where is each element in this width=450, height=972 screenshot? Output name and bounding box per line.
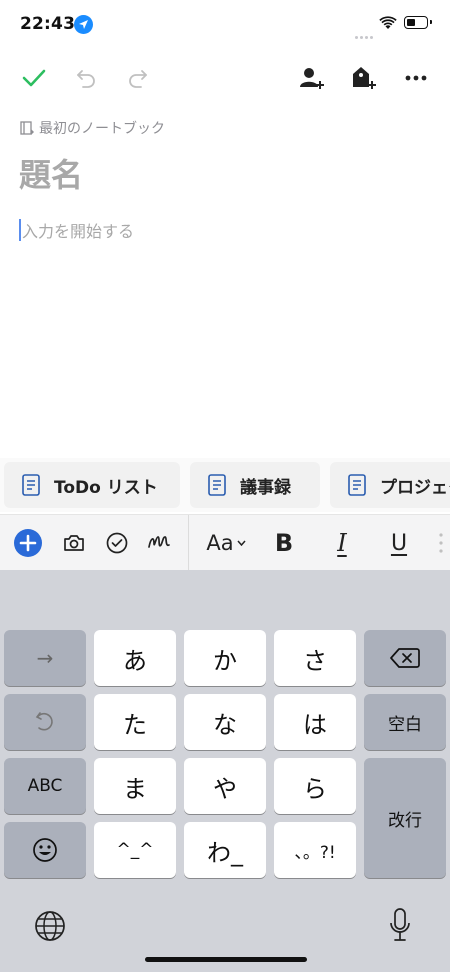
globe-icon[interactable]	[30, 906, 70, 946]
note-title-input[interactable]: 題名	[19, 150, 83, 196]
template-icon	[208, 474, 226, 496]
key-ya[interactable]: や	[184, 758, 266, 814]
note-body-editor[interactable]: 入力を開始する	[19, 218, 134, 242]
key-ha[interactable]: は	[274, 694, 356, 750]
backspace-icon	[390, 648, 420, 668]
home-indicator[interactable]	[145, 957, 307, 962]
key-wa[interactable]: わ_	[184, 822, 266, 878]
font-menu-button[interactable]: Aa	[204, 527, 248, 559]
italic-button[interactable]: I	[326, 527, 358, 559]
key-cursor-right[interactable]: →	[4, 630, 86, 686]
underline-button[interactable]: U	[383, 527, 415, 559]
key-ra[interactable]: ら	[274, 758, 356, 814]
return-key[interactable]: 改行	[364, 758, 446, 878]
text-caret	[19, 219, 21, 241]
template-icon	[22, 474, 40, 496]
add-tag-icon[interactable]	[348, 62, 380, 94]
space-key[interactable]: 空白	[364, 694, 446, 750]
format-toolbar: Aa B I U	[0, 514, 450, 571]
handwriting-icon[interactable]	[144, 527, 176, 559]
key-emoticon[interactable]: ^_^	[94, 822, 176, 878]
template-label: ToDo リスト	[54, 477, 158, 498]
drag-handle-icon[interactable]	[432, 527, 450, 559]
undo-icon[interactable]	[70, 62, 102, 94]
check-icon[interactable]	[18, 62, 50, 94]
emoji-icon	[33, 838, 57, 862]
key-na[interactable]: な	[184, 694, 266, 750]
notebook-icon	[20, 121, 34, 135]
template-label: プロジェクト	[380, 477, 450, 498]
font-menu-label: Aa	[206, 531, 234, 555]
note-body-placeholder: 入力を開始する	[22, 222, 135, 241]
microphone-icon[interactable]	[380, 904, 420, 946]
note-toolbar	[0, 58, 450, 98]
key-ta[interactable]: た	[94, 694, 176, 750]
key-punctuation[interactable]: 、。?!	[274, 822, 356, 878]
template-label: 議事録	[240, 477, 291, 498]
redo-icon[interactable]	[122, 62, 154, 94]
add-icon[interactable]	[12, 527, 44, 559]
location-icon	[74, 15, 93, 34]
undo-icon	[35, 712, 53, 731]
notebook-name: 最初のノートブック	[39, 121, 165, 137]
key-abc[interactable]: ABC	[4, 758, 86, 814]
add-person-icon[interactable]	[296, 62, 328, 94]
japanese-kana-keyboard: → あ か さ た な は 空白 ABC ま や ら 改行 ^_^ わ_ 、。?…	[0, 570, 450, 972]
status-bar: 22:43	[0, 0, 450, 50]
cellular-signal-icon	[355, 24, 375, 43]
chevron-down-icon	[237, 540, 246, 546]
template-project[interactable]: プロジェクト	[330, 462, 450, 508]
template-bar: ToDo リスト 議事録 プロジェクト	[0, 458, 450, 512]
key-undo[interactable]	[4, 694, 86, 750]
format-divider	[188, 515, 189, 571]
key-a[interactable]: あ	[94, 630, 176, 686]
backspace-key[interactable]	[364, 630, 446, 686]
notebook-selector[interactable]: 最初のノートブック	[19, 118, 165, 138]
key-emoji[interactable]	[4, 822, 86, 878]
checkbox-icon[interactable]	[101, 527, 133, 559]
bold-button[interactable]: B	[268, 527, 300, 559]
key-sa[interactable]: さ	[274, 630, 356, 686]
template-meeting-notes[interactable]: 議事録	[190, 462, 320, 508]
more-icon[interactable]	[400, 62, 432, 94]
key-ma[interactable]: ま	[94, 758, 176, 814]
template-todo-list[interactable]: ToDo リスト	[4, 462, 180, 508]
battery-icon	[404, 16, 432, 29]
template-icon	[348, 474, 366, 496]
status-time: 22:43	[20, 14, 76, 34]
camera-icon[interactable]	[58, 527, 90, 559]
wifi-icon	[379, 15, 397, 34]
key-ka[interactable]: か	[184, 630, 266, 686]
